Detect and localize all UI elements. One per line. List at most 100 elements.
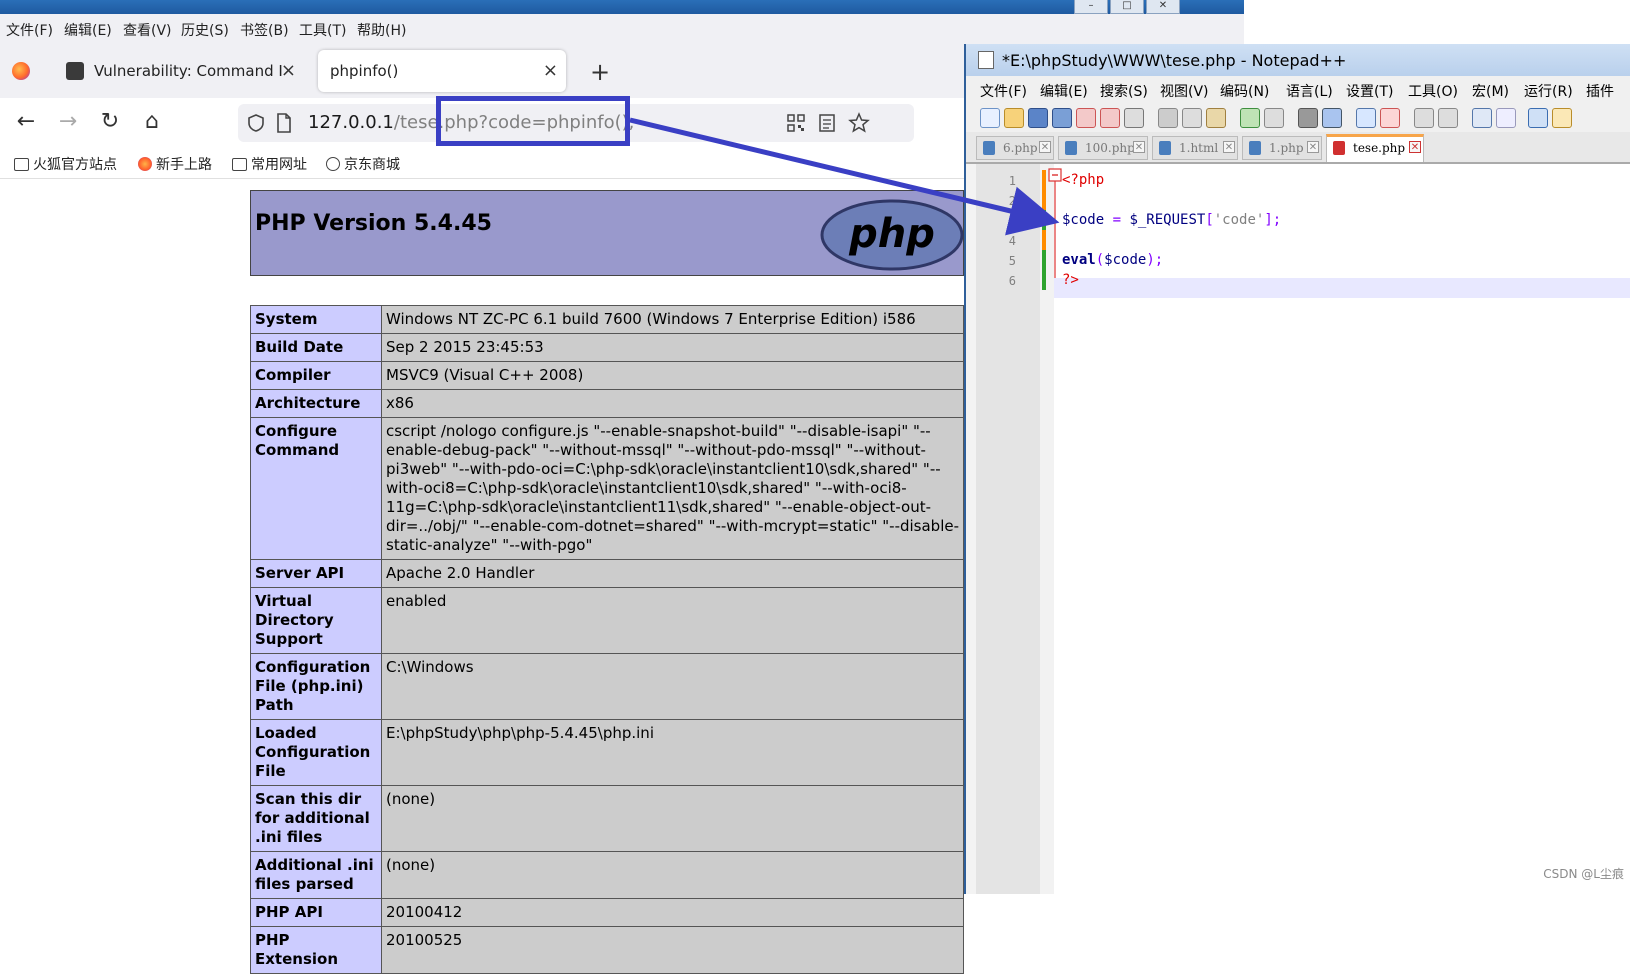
close-tab-icon[interactable]: ✕ (1223, 141, 1235, 153)
config-value: Apache 2.0 Handler (381, 559, 964, 588)
npp-menu-plugins[interactable]: 插件 (1586, 81, 1614, 101)
firefox-view-icon[interactable] (12, 62, 30, 80)
npp-menu-tools[interactable]: 工具(O) (1408, 81, 1458, 101)
npp-menu-language[interactable]: 语言(L) (1286, 81, 1333, 101)
minimize-button[interactable]: – (1074, 0, 1108, 14)
find-icon[interactable] (1298, 108, 1318, 128)
menu-help[interactable]: 帮助(H) (357, 20, 406, 40)
replace-icon[interactable] (1322, 108, 1342, 128)
word-wrap-icon[interactable] (1472, 108, 1492, 128)
zoom-in-icon[interactable] (1356, 108, 1376, 128)
file-tab[interactable]: 100.php ✕ (1058, 136, 1148, 160)
new-tab-plus-icon[interactable]: + (590, 58, 610, 86)
close-window-button[interactable]: ✕ (1146, 0, 1180, 14)
close-tab-icon[interactable]: × (543, 60, 558, 81)
sync-vertical-icon[interactable] (1414, 108, 1434, 128)
redo-icon[interactable] (1264, 108, 1284, 128)
menu-bookmarks[interactable]: 书签(B) (240, 20, 289, 40)
menu-history[interactable]: 历史(S) (181, 20, 229, 40)
close-all-icon[interactable] (1100, 108, 1120, 128)
notepadpp-menubar: 文件(F) 编辑(E) 搜索(S) 视图(V) 编码(N) 语言(L) 设置(T… (966, 76, 1630, 102)
copy-icon[interactable] (1182, 108, 1202, 128)
close-tab-icon[interactable]: ✕ (1409, 141, 1421, 153)
show-all-chars-icon[interactable] (1496, 108, 1516, 128)
line-number-gutter: 1 2 3 4 5 6 (976, 164, 1040, 894)
notepadpp-window: *E:\phpStudy\WWW\tese.php - Notepad++ 文件… (964, 44, 1630, 894)
sync-horizontal-icon[interactable] (1438, 108, 1458, 128)
bookmark-label: 新手上路 (156, 157, 212, 173)
table-row: Configuration File (php.ini) Path C:\Wind… (250, 653, 964, 720)
notepadpp-titlebar: *E:\phpStudy\WWW\tese.php - Notepad++ (966, 44, 1630, 76)
folder-workspace-icon[interactable] (1552, 108, 1572, 128)
config-value: MSVC9 (Visual C++ 2008) (381, 361, 964, 390)
npp-menu-search[interactable]: 搜索(S) (1100, 81, 1148, 101)
config-key: Configure Command (250, 417, 382, 560)
tab-phpinfo[interactable]: phpinfo() × (318, 50, 566, 92)
notepad-icon (978, 51, 994, 69)
reader-view-icon[interactable] (818, 113, 836, 133)
shield-icon[interactable] (246, 113, 266, 133)
code-variable: $code (1062, 212, 1105, 228)
qr-code-icon[interactable] (786, 113, 806, 133)
npp-menu-file[interactable]: 文件(F) (980, 81, 1027, 101)
npp-menu-encoding[interactable]: 编码(N) (1220, 81, 1269, 101)
config-value: E:\phpStudy\php\php-5.4.45\php.ini (381, 719, 964, 786)
file-tab[interactable]: 6.php ✕ (976, 136, 1054, 160)
bookmark-star-icon[interactable] (848, 112, 870, 134)
reload-icon[interactable]: ↻ (96, 108, 124, 136)
forward-arrow-icon[interactable]: → (54, 108, 82, 136)
back-arrow-icon[interactable]: ← (12, 108, 40, 136)
config-value: (none) (381, 851, 964, 899)
table-row: Server API Apache 2.0 Handler (250, 559, 964, 588)
menu-view[interactable]: 查看(V) (123, 20, 172, 40)
close-file-icon[interactable] (1076, 108, 1096, 128)
close-tab-icon[interactable]: × (281, 60, 296, 81)
npp-menu-edit[interactable]: 编辑(E) (1040, 81, 1088, 101)
bookmark-item[interactable]: 常用网址 (232, 154, 307, 174)
file-tab-active[interactable]: tese.php ✕ (1326, 134, 1424, 162)
line-number: 2 (1008, 194, 1016, 208)
npp-menu-run[interactable]: 运行(R) (1524, 81, 1573, 101)
maximize-button[interactable]: □ (1110, 0, 1144, 14)
open-file-icon[interactable] (1004, 108, 1024, 128)
table-row: PHP API 20100412 (250, 898, 964, 927)
code-editor[interactable]: 1 2 3 4 5 6 <?php $code = $_REQUEST['cod… (976, 164, 1630, 894)
fold-marker-icon[interactable] (1048, 168, 1062, 288)
menu-tools[interactable]: 工具(T) (299, 20, 346, 40)
table-row: Scan this dir for additional .ini files(… (250, 785, 964, 852)
bookmark-item[interactable]: 新手上路 (138, 154, 212, 174)
table-row: Architecture x86 (250, 389, 964, 418)
close-tab-icon[interactable]: ✕ (1133, 141, 1145, 153)
config-value: (none) (381, 785, 964, 852)
page-icon[interactable] (276, 113, 292, 133)
config-key: Loaded Configuration File (250, 719, 382, 786)
file-tab[interactable]: 1.php ✕ (1242, 136, 1322, 160)
bookmark-item[interactable]: 火狐官方站点 (14, 154, 117, 174)
bookmark-item[interactable]: 京东商城 (326, 154, 400, 174)
menu-edit[interactable]: 编辑(E) (64, 20, 112, 40)
print-icon[interactable] (1124, 108, 1144, 128)
save-all-icon[interactable] (1052, 108, 1072, 128)
change-marker (1042, 210, 1046, 230)
paste-icon[interactable] (1206, 108, 1226, 128)
undo-icon[interactable] (1240, 108, 1260, 128)
file-tab[interactable]: 1.html ✕ (1152, 136, 1238, 160)
npp-menu-macro[interactable]: 宏(M) (1472, 81, 1509, 101)
npp-menu-settings[interactable]: 设置(T) (1346, 81, 1393, 101)
table-row: PHP Extension 20100525 (250, 926, 964, 974)
menu-file[interactable]: 文件(F) (6, 20, 53, 40)
tab-vulnerability[interactable]: Vulnerability: Command Inje × (54, 50, 304, 92)
indent-guide-icon[interactable] (1528, 108, 1548, 128)
new-file-icon[interactable] (980, 108, 1000, 128)
zoom-out-icon[interactable] (1380, 108, 1400, 128)
cut-icon[interactable] (1158, 108, 1178, 128)
window-title: *E:\phpStudy\WWW\tese.php - Notepad++ (1002, 51, 1347, 70)
close-tab-icon[interactable]: ✕ (1307, 141, 1319, 153)
close-tab-icon[interactable]: ✕ (1039, 141, 1051, 153)
folder-icon (14, 158, 29, 171)
browser-title-strip: – □ ✕ (0, 0, 1244, 14)
save-icon[interactable] (1028, 108, 1048, 128)
home-icon[interactable]: ⌂ (138, 108, 166, 136)
npp-menu-view[interactable]: 视图(V) (1160, 81, 1209, 101)
browser-menubar: 文件(F) 编辑(E) 查看(V) 历史(S) 书签(B) 工具(T) 帮助(H… (0, 14, 1244, 44)
